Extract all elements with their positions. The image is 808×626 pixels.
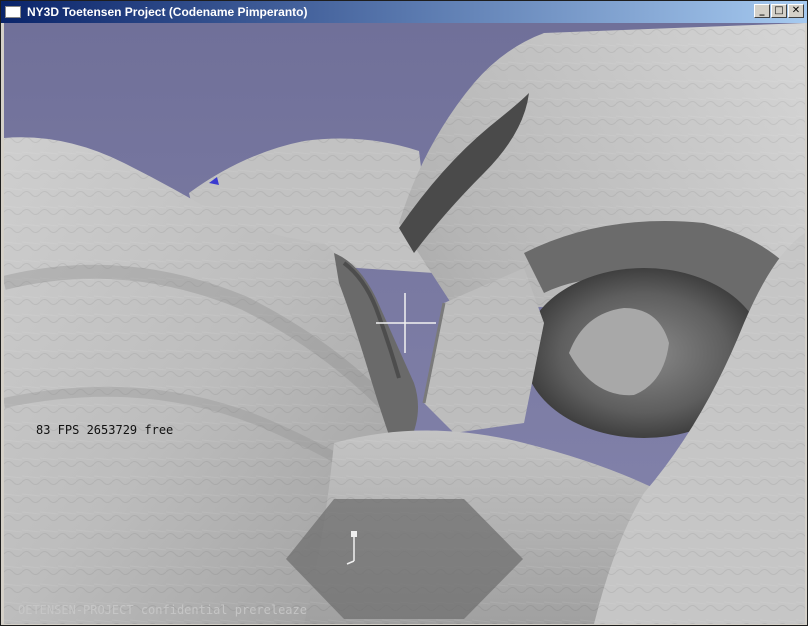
game-window: NY3D Toetensen Project (Codename Pimpera…: [0, 0, 808, 626]
fps-counter: 83 FPS 2653729 free: [36, 423, 174, 437]
app-icon[interactable]: [5, 6, 21, 18]
minimize-icon: _: [759, 5, 765, 16]
close-button[interactable]: ✕: [788, 4, 804, 18]
maximize-button[interactable]: □: [771, 4, 787, 18]
prerelease-notice: OETENSEN-PROJECT confidential prereleaze: [18, 603, 307, 617]
title-bar[interactable]: NY3D Toetensen Project (Codename Pimpera…: [1, 1, 807, 23]
maximize-icon: □: [774, 5, 784, 16]
game-scene: [4, 23, 805, 624]
close-icon: ✕: [791, 5, 801, 16]
window-title: NY3D Toetensen Project (Codename Pimpera…: [27, 5, 308, 19]
minimize-button[interactable]: _: [754, 4, 770, 18]
window-controls: _ □ ✕: [754, 4, 804, 18]
game-viewport[interactable]: 83 FPS 2653729 free OETENSEN-PROJECT con…: [4, 23, 805, 624]
